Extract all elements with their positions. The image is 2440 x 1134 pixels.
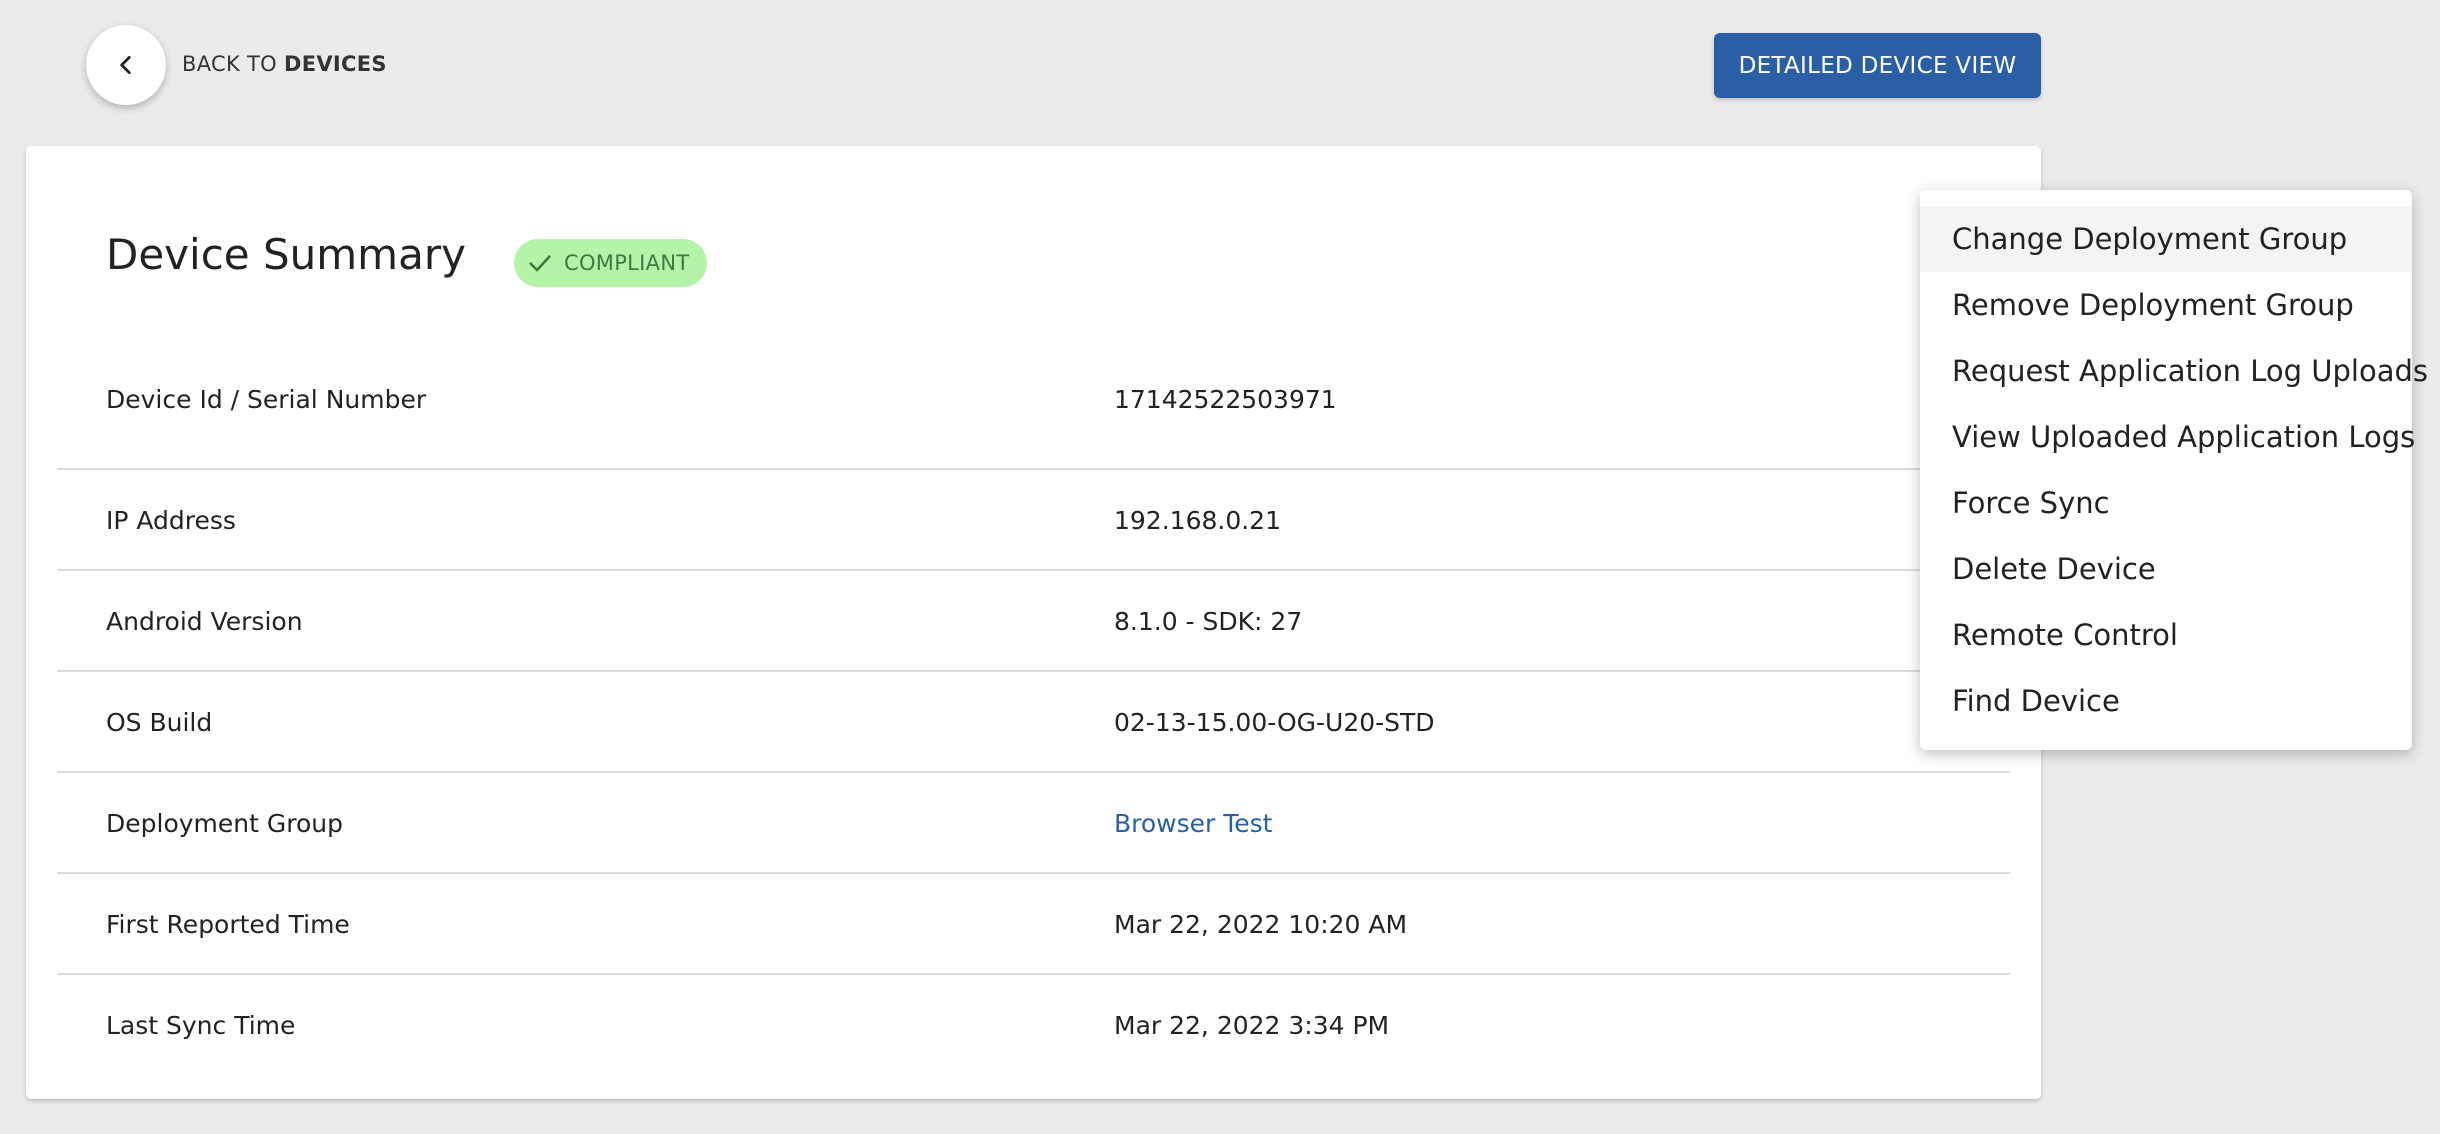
- row-value: Mar 22, 2022 10:20 AM: [1114, 910, 1408, 939]
- chevron-left-icon: [120, 56, 131, 74]
- page: BACK TO DEVICES DETAILED DEVICE VIEW Dev…: [0, 0, 2440, 1134]
- detailed-device-view-button[interactable]: DETAILED DEVICE VIEW: [1714, 33, 2041, 98]
- row-value: 17142522503971: [1114, 385, 1337, 414]
- device-summary-card: Device Summary COMPLIANT Device Id / Ser…: [26, 146, 2041, 1099]
- menu-item-view-uploaded-application-logs[interactable]: View Uploaded Application Logs: [1920, 404, 2415, 470]
- back-target: DEVICES: [283, 52, 387, 76]
- back-button[interactable]: [86, 25, 166, 105]
- row-value: 192.168.0.21: [1114, 506, 1281, 535]
- deployment-group-link[interactable]: Browser Test: [1114, 809, 1272, 838]
- menu-item-force-sync[interactable]: Force Sync: [1920, 470, 2412, 536]
- row-label: Device Id / Serial Number: [106, 385, 427, 414]
- row-value: Mar 22, 2022 3:34 PM: [1114, 1011, 1390, 1040]
- menu-item-delete-device[interactable]: Delete Device: [1920, 536, 2412, 602]
- table-row: First Reported Time Mar 22, 2022 10:20 A…: [57, 874, 2010, 975]
- row-label: Deployment Group: [106, 809, 343, 838]
- table-row: Deployment Group Browser Test: [57, 773, 2010, 874]
- status-label: COMPLIANT: [564, 251, 690, 275]
- row-label: First Reported Time: [106, 910, 350, 939]
- row-value: 02-13-15.00-OG-U20-STD: [1114, 708, 1435, 737]
- back-prefix: BACK TO: [182, 52, 277, 76]
- menu-item-remote-control[interactable]: Remote Control: [1920, 602, 2412, 668]
- table-row: Device Id / Serial Number 17142522503971: [57, 371, 2010, 470]
- row-label: OS Build: [106, 708, 213, 737]
- table-row: OS Build 02-13-15.00-OG-U20-STD: [57, 672, 2010, 773]
- menu-item-find-device[interactable]: Find Device: [1920, 668, 2412, 734]
- device-actions-menu: Change Deployment Group Remove Deploymen…: [1920, 190, 2428, 750]
- table-row: IP Address 192.168.0.21: [57, 470, 2010, 571]
- menu-item-request-application-log-uploads[interactable]: Request Application Log Uploads: [1920, 338, 2428, 404]
- row-value: 8.1.0 - SDK: 27: [1114, 607, 1303, 636]
- menu-item-change-deployment-group[interactable]: Change Deployment Group: [1920, 206, 2412, 272]
- row-label: Last Sync Time: [106, 1011, 296, 1040]
- row-label: IP Address: [106, 506, 236, 535]
- page-title: Device Summary: [106, 230, 466, 279]
- status-badge: COMPLIANT: [514, 239, 708, 287]
- back-to-devices-link[interactable]: BACK TO DEVICES: [182, 52, 387, 76]
- check-icon: [529, 255, 551, 272]
- table-row: Android Version 8.1.0 - SDK: 27: [57, 571, 2010, 672]
- table-row: Last Sync Time Mar 22, 2022 3:34 PM: [57, 975, 2010, 1076]
- row-label: Android Version: [106, 607, 303, 636]
- summary-table: Device Id / Serial Number 17142522503971…: [57, 371, 2010, 1076]
- menu-item-remove-deployment-group[interactable]: Remove Deployment Group: [1920, 272, 2412, 338]
